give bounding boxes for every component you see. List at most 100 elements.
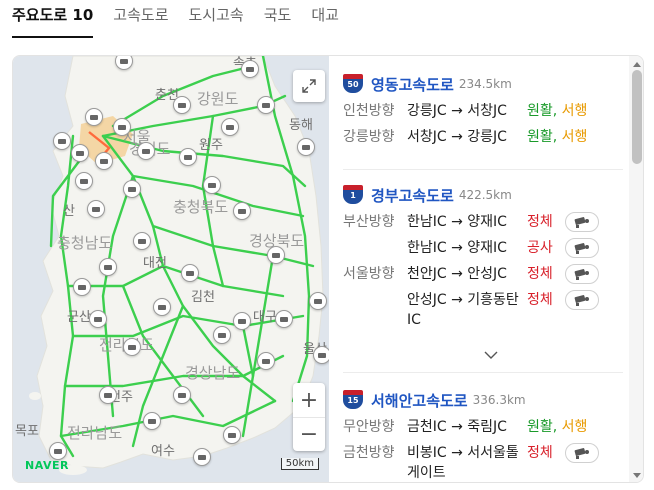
cctv-marker[interactable] — [223, 426, 241, 444]
road-item-yeongdong[interactable]: 50 영동고속도로 234.5km 인천방향 강릉JC → 서창JC 원활, 서… — [343, 70, 623, 150]
cctv-marker[interactable] — [193, 448, 211, 466]
cctv-marker[interactable] — [233, 202, 251, 220]
segment-direction: 인천방향 — [343, 103, 395, 119]
map-label-gangwon: 강원도 — [197, 90, 239, 108]
cctv-marker[interactable] — [133, 232, 151, 250]
road-item-seohaean[interactable]: 15 서해안고속도로 336.3km 무안방향 금천IC → 죽림JC 원활, … — [343, 386, 623, 482]
tab-bridge[interactable]: 대교 — [311, 0, 339, 38]
cctv-marker[interactable] — [241, 60, 259, 78]
scroll-up-arrow-icon[interactable] — [633, 62, 641, 67]
map-label-chungbuk: 충청북도 — [173, 198, 229, 216]
segment-section: 한남IC → 양재IC — [407, 240, 507, 256]
cctv-marker[interactable] — [75, 172, 93, 190]
cctv-marker[interactable] — [49, 442, 67, 460]
cctv-marker[interactable] — [99, 258, 117, 276]
segment-status: 공사 — [527, 240, 553, 256]
cctv-marker[interactable] — [71, 144, 89, 162]
road-segment-row: 한남IC → 양재IC 공사 — [343, 235, 623, 261]
expressway-shield-icon: 50 — [343, 74, 363, 94]
zoom-in-button[interactable]: + — [293, 383, 325, 417]
scroll-down-arrow-icon[interactable] — [633, 473, 641, 478]
segment-section: 안성JC → 기흥동탄IC — [407, 292, 519, 328]
cctv-marker[interactable] — [123, 180, 141, 198]
divider — [343, 372, 623, 373]
map-label-mokpo: 목포 — [15, 424, 39, 439]
cctv-marker[interactable] — [99, 386, 117, 404]
cctv-marker[interactable] — [257, 352, 275, 370]
cctv-marker[interactable] — [85, 108, 103, 126]
cctv-marker[interactable] — [203, 176, 221, 194]
map-expand-button[interactable] — [293, 70, 325, 102]
cctv-marker[interactable] — [95, 152, 113, 170]
road-segment-row: 무안방향 금천IC → 죽림JC 원활, 서행 — [343, 414, 623, 440]
expand-more-button[interactable] — [484, 344, 498, 363]
cctv-marker[interactable] — [221, 118, 239, 136]
cctv-button[interactable] — [564, 290, 599, 310]
cctv-camera-icon — [574, 243, 589, 254]
cctv-marker[interactable] — [53, 132, 71, 150]
cctv-marker[interactable] — [123, 338, 141, 356]
cctv-marker[interactable] — [275, 310, 293, 328]
road-name[interactable]: 영동고속도로 — [371, 74, 454, 95]
cctv-marker[interactable] — [213, 326, 231, 344]
chevron-down-icon — [484, 351, 498, 359]
map-label-donghae: 동해 — [289, 118, 313, 133]
cctv-marker[interactable] — [181, 264, 199, 282]
traffic-map[interactable]: 속초 춘천 강원도 동해 원주 서울 경기도 충청북도 충청남도 경상북도 산 … — [13, 56, 329, 482]
segment-direction: 강릉방향 — [343, 129, 395, 145]
tab-national-road[interactable]: 국도 — [264, 0, 292, 38]
scrollbar-thumb[interactable] — [632, 70, 642, 164]
segment-status: 정체 — [527, 445, 553, 461]
map-label-gyeongnam: 경상남도 — [185, 364, 241, 382]
cctv-marker[interactable] — [267, 246, 285, 264]
tab-expressway[interactable]: 고속도로 — [113, 0, 168, 38]
tab-major-roads[interactable]: 주요도로 10 — [12, 0, 94, 38]
cctv-marker[interactable] — [257, 96, 275, 114]
road-name[interactable]: 경부고속도로 — [371, 185, 454, 206]
list-scrollbar[interactable] — [629, 56, 643, 482]
cctv-marker[interactable] — [309, 292, 327, 310]
road-segment-row: 인천방향 강릉JC → 서창JC 원활, 서행 — [343, 98, 623, 124]
segment-direction: 서울방향 — [343, 266, 395, 282]
map-scale: 50km — [280, 458, 319, 470]
map-label-yeosu: 여수 — [151, 444, 175, 459]
cctv-marker[interactable] — [153, 298, 171, 316]
tab-urban-expressway[interactable]: 도시고속 — [189, 0, 244, 38]
map-label-gimcheon: 김천 — [191, 290, 215, 305]
map-label-daejeon: 대전 — [143, 256, 167, 271]
map-label-daegu: 대구 — [253, 310, 277, 325]
road-header: 15 서해안고속도로 336.3km — [343, 386, 623, 414]
traffic-card: 속초 춘천 강원도 동해 원주 서울 경기도 충청북도 충청남도 경상북도 산 … — [12, 55, 644, 483]
cctv-marker[interactable] — [173, 386, 191, 404]
cctv-camera-icon — [574, 448, 589, 459]
cctv-marker[interactable] — [137, 142, 155, 160]
segment-section: 금천IC → 죽림JC — [407, 419, 507, 435]
expand-icon — [302, 79, 316, 93]
cctv-camera-icon — [574, 269, 589, 280]
cctv-marker[interactable] — [87, 200, 105, 218]
cctv-marker[interactable] — [173, 96, 191, 114]
cctv-button[interactable] — [564, 238, 599, 258]
road-header: 1 경부고속도로 422.5km — [343, 181, 623, 209]
expressway-shield-icon: 15 — [343, 390, 363, 410]
cctv-marker[interactable] — [113, 118, 131, 136]
map-label-san: 산 — [63, 204, 75, 219]
cctv-marker[interactable] — [143, 412, 161, 430]
cctv-marker[interactable] — [73, 278, 91, 296]
cctv-marker[interactable] — [313, 346, 329, 364]
road-segment-row: 서울방향 천안JC → 안성JC 정체 — [343, 261, 623, 287]
cctv-marker[interactable] — [233, 312, 251, 330]
naver-logo: NAVER — [25, 459, 69, 472]
zoom-out-button[interactable]: − — [293, 417, 325, 451]
cctv-camera-icon — [574, 217, 589, 228]
road-name[interactable]: 서해안고속도로 — [371, 390, 468, 411]
cctv-button[interactable] — [564, 443, 599, 463]
segment-status: 정체 — [527, 214, 553, 230]
cctv-marker[interactable] — [179, 148, 197, 166]
road-length: 336.3km — [472, 393, 526, 407]
road-item-gyeongbu[interactable]: 1 경부고속도로 422.5km 부산방향 한남IC → 양재IC 정체 한남I… — [343, 181, 623, 330]
cctv-button[interactable] — [564, 264, 599, 284]
cctv-marker[interactable] — [89, 310, 107, 328]
cctv-button[interactable] — [564, 212, 599, 232]
cctv-marker[interactable] — [297, 138, 315, 156]
